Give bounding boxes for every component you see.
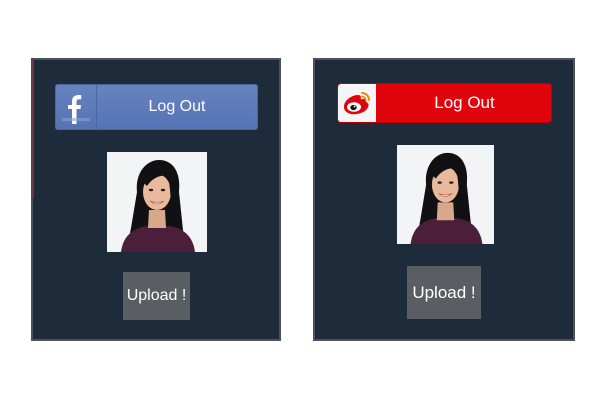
weibo-logo-icon xyxy=(338,84,376,122)
profile-photo xyxy=(107,152,207,252)
profile-photo xyxy=(397,145,494,244)
facebook-screen: Log Out Upload ! xyxy=(31,58,281,341)
upload-button[interactable]: Upload ! xyxy=(407,266,481,319)
window-edge xyxy=(31,58,34,198)
upload-button[interactable]: Upload ! xyxy=(123,272,190,320)
facebook-logout-label: Log Out xyxy=(148,98,206,115)
facebook-logo-icon xyxy=(55,84,97,130)
comparison-canvas: Log Out Upload ! Log Out Upload ! xyxy=(0,0,600,400)
weibo-logout-label: Log Out xyxy=(434,93,495,112)
weibo-screen: Log Out Upload ! xyxy=(313,58,575,341)
weibo-logout-button[interactable]: Log Out xyxy=(337,83,552,123)
facebook-logout-button[interactable]: Log Out xyxy=(55,84,258,130)
